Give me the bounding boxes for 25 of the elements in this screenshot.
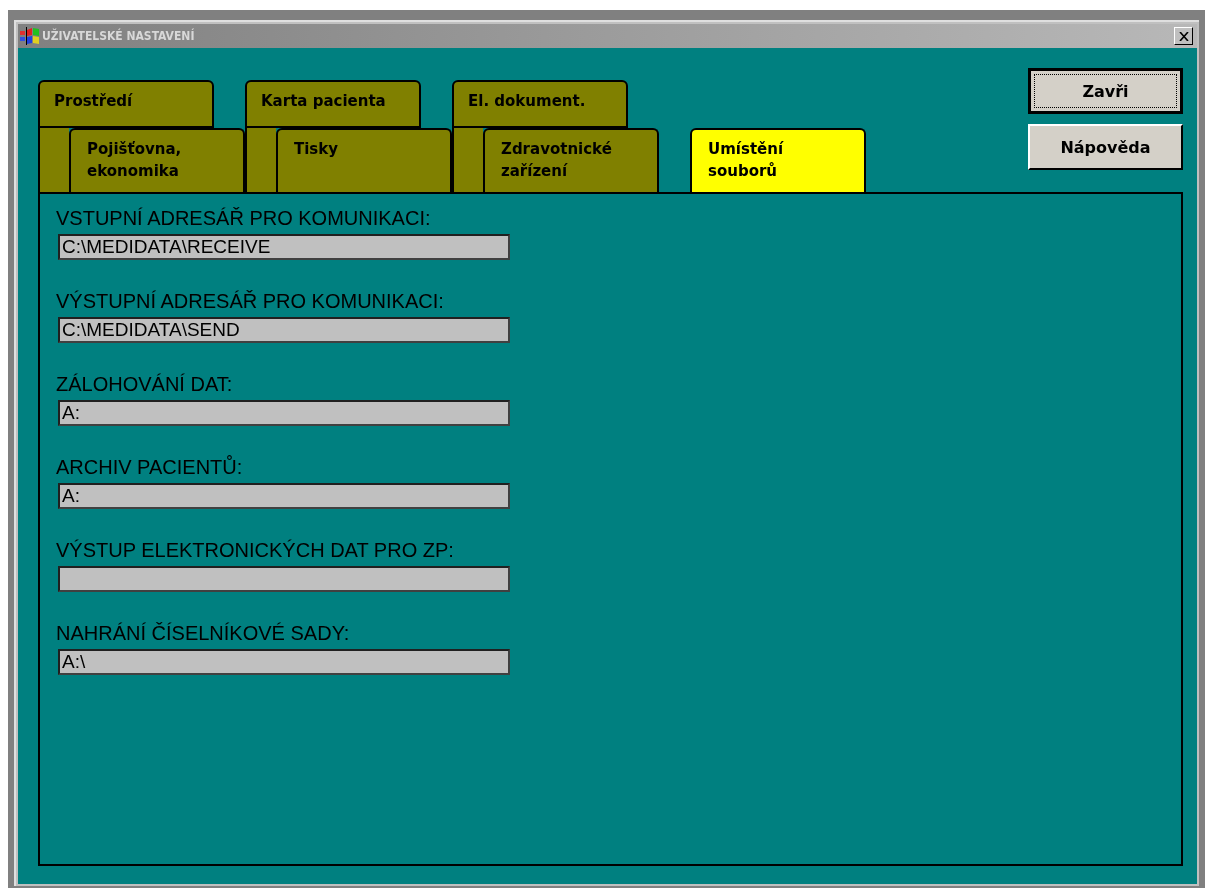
path-input-field[interactable]: C:\MEDIDATA\RECEIVE xyxy=(58,234,510,260)
app-icon xyxy=(20,27,40,45)
close-icon xyxy=(1178,31,1189,41)
field-label: VÝSTUP ELEKTRONICKÝCH DAT PRO ZP: xyxy=(56,538,454,562)
close-button[interactable] xyxy=(1174,27,1193,45)
window-title: UŽIVATELSKÉ NASTAVENÍ xyxy=(42,29,196,43)
tab[interactable]: Karta pacienta xyxy=(245,80,421,128)
field-label: VÝSTUPNÍ ADRESÁŘ PRO KOMUNIKACI: xyxy=(56,289,444,313)
path-input-field[interactable]: A:\ xyxy=(58,649,510,675)
path-input-field[interactable]: C:\MEDIDATA\SEND xyxy=(58,317,510,343)
field-label: VSTUPNÍ ADRESÁŘ PRO KOMUNIKACI: xyxy=(56,206,431,230)
path-input-field[interactable]: A: xyxy=(58,400,510,426)
tab[interactable]: Umístění souborů xyxy=(690,128,866,192)
tab[interactable]: Zdravotnické zařízení xyxy=(483,128,659,192)
tab[interactable]: El. dokument. xyxy=(452,80,628,128)
path-input-field[interactable] xyxy=(58,566,510,592)
tab[interactable]: Pojišťovna, ekonomika xyxy=(69,128,245,192)
help-button[interactable]: Nápověda xyxy=(1028,124,1183,170)
close-dialog-button[interactable]: Zavři xyxy=(1028,68,1183,114)
path-input-field[interactable]: A: xyxy=(58,483,510,509)
field-label: ARCHIV PACIENTŮ: xyxy=(56,455,243,479)
field-label: ZÁLOHOVÁNÍ DAT: xyxy=(56,372,233,396)
field-label: NAHRÁNÍ ČÍSELNÍKOVÉ SADY: xyxy=(56,621,350,645)
tab[interactable]: Prostředí xyxy=(38,80,214,128)
tab[interactable]: Tisky xyxy=(276,128,452,192)
